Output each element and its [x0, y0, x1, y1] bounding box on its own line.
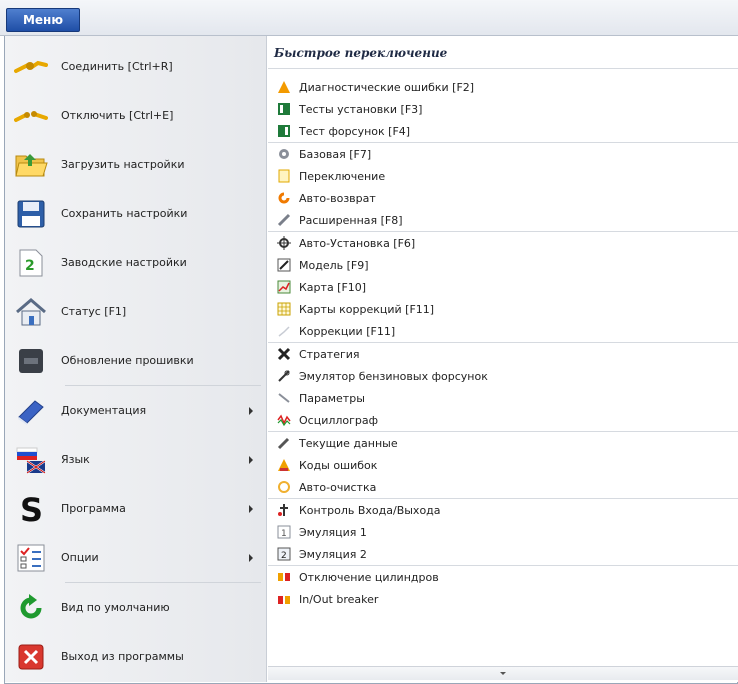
- svg-text:S: S: [20, 493, 43, 525]
- menu-item-load-settings[interactable]: Загрузить настройки: [5, 140, 267, 189]
- qs-item-parameters[interactable]: Параметры: [268, 387, 738, 409]
- submenu-arrow-icon: [249, 455, 253, 464]
- quick-switch-title: Быстрое переключение: [274, 46, 448, 60]
- model-icon: [276, 257, 292, 273]
- base-settings-icon: [276, 146, 292, 162]
- floppy-disk-icon: [13, 196, 49, 232]
- quick-switch-panel: Быстрое переключение Диагностические оши…: [268, 36, 738, 682]
- svg-text:2: 2: [281, 551, 287, 561]
- book-icon: [13, 393, 49, 429]
- auto-clean-icon: [276, 479, 292, 495]
- emulation1-icon: 1: [276, 524, 292, 540]
- switching-icon: [276, 168, 292, 184]
- house-icon: [13, 294, 49, 330]
- svg-text:1: 1: [281, 529, 287, 539]
- main-menu-left-column: Соединить [Ctrl+R] Отключить [Ctrl+E] За…: [5, 36, 267, 682]
- error-codes-icon: [276, 457, 292, 473]
- main-menu-dropdown: Соединить [Ctrl+R] Отключить [Ctrl+E] За…: [4, 36, 738, 684]
- qs-item-cylinder-off[interactable]: Отключение цилиндров: [268, 566, 738, 588]
- warning-triangle-icon: [276, 79, 292, 95]
- oscilloscope-icon: [276, 412, 292, 428]
- cylinder-off-icon: [276, 569, 292, 585]
- qs-item-injector-emulator[interactable]: Эмулятор бензиновых форсунок: [268, 365, 738, 387]
- scroll-down-button[interactable]: [268, 666, 738, 680]
- submenu-arrow-icon: [249, 553, 253, 562]
- menu-item-disconnect[interactable]: Отключить [Ctrl+E]: [5, 91, 267, 140]
- folder-open-icon: [13, 147, 49, 183]
- qs-item-corrections[interactable]: Коррекции [F11]: [268, 320, 738, 342]
- qs-item-emulation-1[interactable]: 1 Эмуляция 1: [268, 521, 738, 543]
- menu-item-language[interactable]: Язык: [5, 435, 267, 484]
- injector-test-icon: [276, 123, 292, 139]
- current-data-icon: [276, 435, 292, 451]
- qs-item-switching[interactable]: Переключение: [268, 165, 738, 187]
- menu-item-default-view[interactable]: Вид по умолчанию: [5, 583, 267, 632]
- io-breaker-icon: [276, 591, 292, 607]
- qs-item-injector-test[interactable]: Тест форсунок [F4]: [268, 120, 738, 142]
- firmware-chip-icon: [13, 343, 49, 379]
- auto-return-icon: [276, 190, 292, 206]
- chevron-down-icon: [500, 672, 506, 675]
- qs-item-install-tests[interactable]: Тесты установки [F3]: [268, 98, 738, 120]
- injector-emulator-icon: [276, 368, 292, 384]
- svg-text:2: 2: [25, 258, 35, 274]
- menu-item-factory-settings[interactable]: 2 Заводские настройки: [5, 238, 267, 287]
- qs-item-auto-setup[interactable]: Авто-Установка [F6]: [268, 232, 738, 254]
- plug-disconnect-icon: [13, 98, 49, 134]
- menu-item-documentation[interactable]: Документация: [5, 386, 267, 435]
- top-bar: Меню: [0, 0, 738, 36]
- qs-item-map[interactable]: Карта [F10]: [268, 276, 738, 298]
- refresh-arrow-icon: [13, 590, 49, 626]
- menu-item-options[interactable]: Опции: [5, 533, 267, 582]
- correction-maps-icon: [276, 301, 292, 317]
- qs-item-auto-clean[interactable]: Авто-очистка: [268, 476, 738, 498]
- qs-item-correction-maps[interactable]: Карты коррекций [F11]: [268, 298, 738, 320]
- parameters-icon: [276, 390, 292, 406]
- qs-item-auto-return[interactable]: Авто-возврат: [268, 187, 738, 209]
- exit-x-icon: [13, 639, 49, 675]
- submenu-arrow-icon: [249, 504, 253, 513]
- plug-connect-icon: [13, 49, 49, 85]
- menu-item-firmware-update[interactable]: Обновление прошивки: [5, 336, 267, 385]
- map-chart-icon: [276, 279, 292, 295]
- qs-item-io-breaker[interactable]: In/Out breaker: [268, 588, 738, 610]
- auto-setup-icon: [276, 235, 292, 251]
- qs-item-strategy[interactable]: Стратегия: [268, 343, 738, 365]
- s-logo-icon: S: [13, 491, 49, 527]
- menu-item-exit[interactable]: Выход из программы: [5, 632, 267, 681]
- advanced-settings-icon: [276, 212, 292, 228]
- qs-item-emulation-2[interactable]: 2 Эмуляция 2: [268, 543, 738, 565]
- qs-item-model[interactable]: Модель [F9]: [268, 254, 738, 276]
- qs-item-error-codes[interactable]: Коды ошибок: [268, 454, 738, 476]
- io-control-icon: [276, 502, 292, 518]
- factory-reset-icon: 2: [13, 245, 49, 281]
- strategy-icon: [276, 346, 292, 362]
- qs-item-advanced[interactable]: Расширенная [F8]: [268, 209, 738, 231]
- emulation2-icon: 2: [276, 546, 292, 562]
- qs-item-base[interactable]: Базовая [F7]: [268, 143, 738, 165]
- menu-item-program[interactable]: S Программа: [5, 484, 267, 533]
- menu-item-connect[interactable]: Соединить [Ctrl+R]: [5, 42, 267, 91]
- qs-item-oscilloscope[interactable]: Осциллограф: [268, 409, 738, 431]
- qs-item-current-data[interactable]: Текущие данные: [268, 432, 738, 454]
- checklist-icon: [13, 540, 49, 576]
- corrections-icon: [276, 323, 292, 339]
- install-test-icon: [276, 101, 292, 117]
- menu-item-save-settings[interactable]: Сохранить настройки: [5, 189, 267, 238]
- qs-item-io-control[interactable]: Контроль Входа/Выхода: [268, 499, 738, 521]
- flags-icon: [13, 442, 49, 478]
- menu-item-status[interactable]: Статус [F1]: [5, 287, 267, 336]
- submenu-arrow-icon: [249, 406, 253, 415]
- menu-button[interactable]: Меню: [6, 8, 80, 32]
- qs-item-diagnostic-errors[interactable]: Диагностические ошибки [F2]: [268, 76, 738, 98]
- separator: [268, 68, 738, 69]
